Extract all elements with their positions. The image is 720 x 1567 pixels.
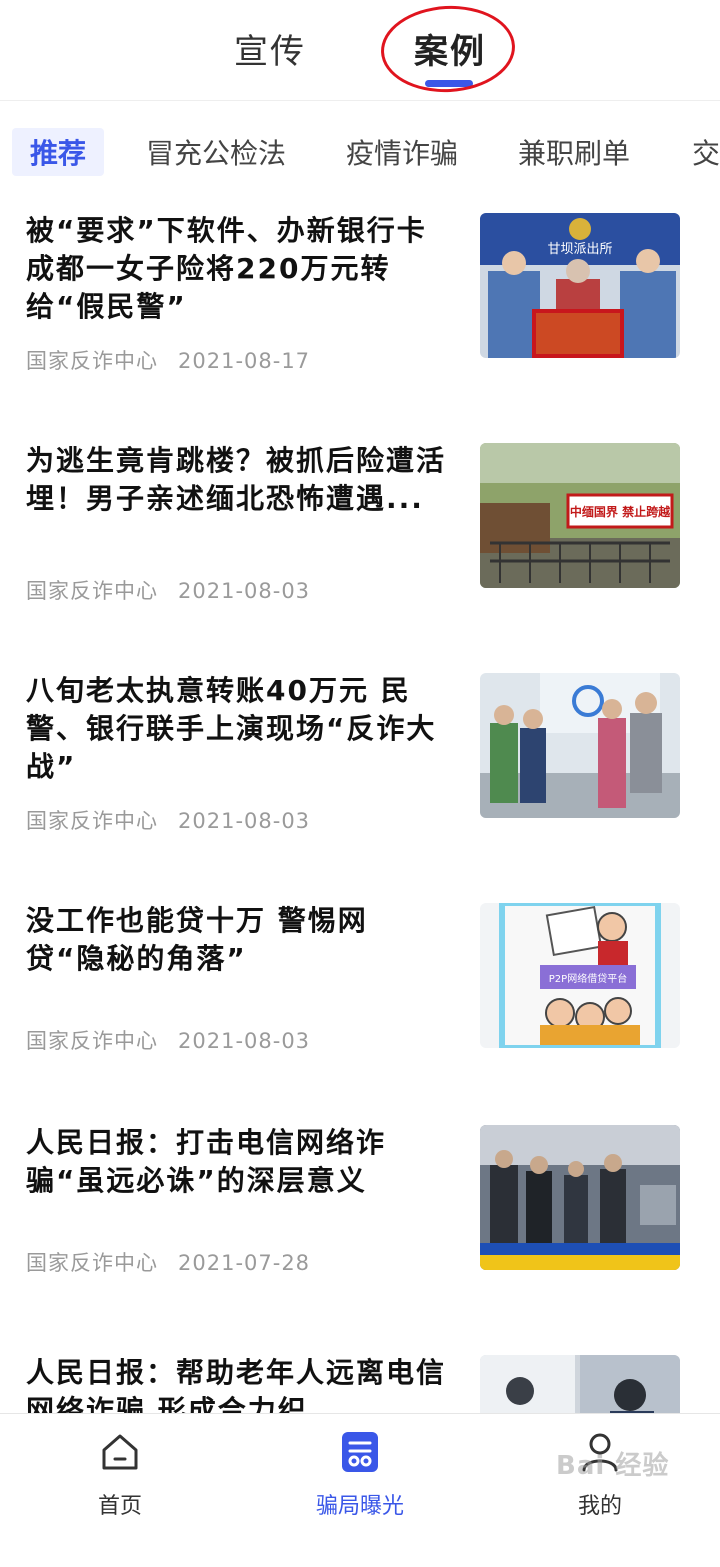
article-item[interactable]: 为逃生竟肯跳楼？被抓后险遭活埋！男子亲述缅北恐怖遭遇... 国家反诈中心 2021…: [0, 425, 720, 655]
category-more[interactable]: 交: [692, 132, 720, 172]
article-item[interactable]: 八旬老太执意转账40万元 民警、银行联手上演现场“反诈大战” 国家反诈中心 202…: [0, 655, 720, 885]
category-bar: 推荐 冒充公检法 疫情诈骗 兼职刷单 交: [0, 120, 720, 182]
nav-home[interactable]: 首页: [0, 1414, 240, 1528]
article-title: 没工作也能贷十万 警惕网贷“隐秘的角落”: [26, 904, 368, 975]
loan-sign: P2P网络借贷平台: [549, 972, 627, 985]
police-station-sign: 甘坝派出所: [547, 242, 612, 257]
nav-profile-label: 我的: [577, 1494, 622, 1519]
article-date: 2021-08-17: [178, 349, 311, 373]
nav-exposure-label: 骗局曝光: [315, 1494, 404, 1519]
top-tab-bar: 宣传 案例: [0, 0, 720, 100]
article-title: 八旬老太执意转账40万元 民警、银行联手上演现场“反诈大战”: [26, 674, 437, 783]
article-item[interactable]: 被“要求”下软件、办新银行卡 成都一女子险将220万元转给“假民警” 国家反诈中…: [0, 195, 720, 425]
article-thumbnail: [480, 1125, 680, 1270]
article-meta: 国家反诈中心 2021-08-03: [26, 575, 310, 605]
tab-xuanchuan[interactable]: 宣传: [234, 24, 306, 73]
header-divider: [0, 100, 720, 101]
highlight-circle-annotation: [378, 2, 518, 96]
article-date: 2021-08-03: [178, 1029, 311, 1053]
article-source: 国家反诈中心: [26, 349, 158, 373]
category-recommend[interactable]: 推荐: [12, 128, 105, 176]
category-epidemic-fraud[interactable]: 疫情诈骗: [346, 132, 458, 172]
article-meta: 国家反诈中心 2021-08-17: [26, 345, 310, 375]
nav-exposure[interactable]: 骗局曝光: [240, 1414, 480, 1528]
nav-home-label: 首页: [97, 1494, 142, 1519]
article-date: 2021-07-28: [178, 1251, 311, 1275]
article-meta: 国家反诈中心 2021-08-03: [26, 805, 310, 835]
category-impersonate-police[interactable]: 冒充公检法: [146, 132, 286, 172]
article-source: 国家反诈中心: [26, 1251, 158, 1275]
article-thumbnail: [480, 673, 680, 818]
article-title: 为逃生竟肯跳楼？被抓后险遭活埋！男子亲述缅北恐怖遭遇...: [26, 444, 447, 515]
border-sign: 中缅国界 禁止跨越: [570, 504, 671, 519]
exposure-icon: [340, 1432, 380, 1472]
article-source: 国家反诈中心: [26, 809, 158, 833]
article-source: 国家反诈中心: [26, 579, 158, 603]
article-date: 2021-08-03: [178, 809, 311, 833]
article-thumbnail: 中缅国界 禁止跨越: [480, 443, 680, 588]
article-meta: 国家反诈中心 2021-07-28: [26, 1247, 310, 1277]
watermark: Bai 经验: [556, 1451, 670, 1481]
home-icon: [100, 1432, 140, 1472]
article-item[interactable]: 人民日报：打击电信网络诈骗“虽远必诛”的深层意义 国家反诈中心 2021-07-2…: [0, 1107, 720, 1337]
article-title: 人民日报：打击电信网络诈骗“虽远必诛”的深层意义: [26, 1126, 387, 1197]
category-part-time-scam[interactable]: 兼职刷单: [518, 132, 630, 172]
article-meta: 国家反诈中心 2021-08-03: [26, 1025, 310, 1055]
article-title: 被“要求”下软件、办新银行卡 成都一女子险将220万元转给“假民警”: [26, 214, 427, 323]
article-source: 国家反诈中心: [26, 1029, 158, 1053]
article-date: 2021-08-03: [178, 579, 311, 603]
article-thumbnail: 甘坝派出所: [480, 213, 680, 358]
article-thumbnail: P2P网络借贷平台: [480, 903, 680, 1048]
article-item[interactable]: 没工作也能贷十万 警惕网贷“隐秘的角落” 国家反诈中心 2021-08-03 P2…: [0, 885, 720, 1115]
